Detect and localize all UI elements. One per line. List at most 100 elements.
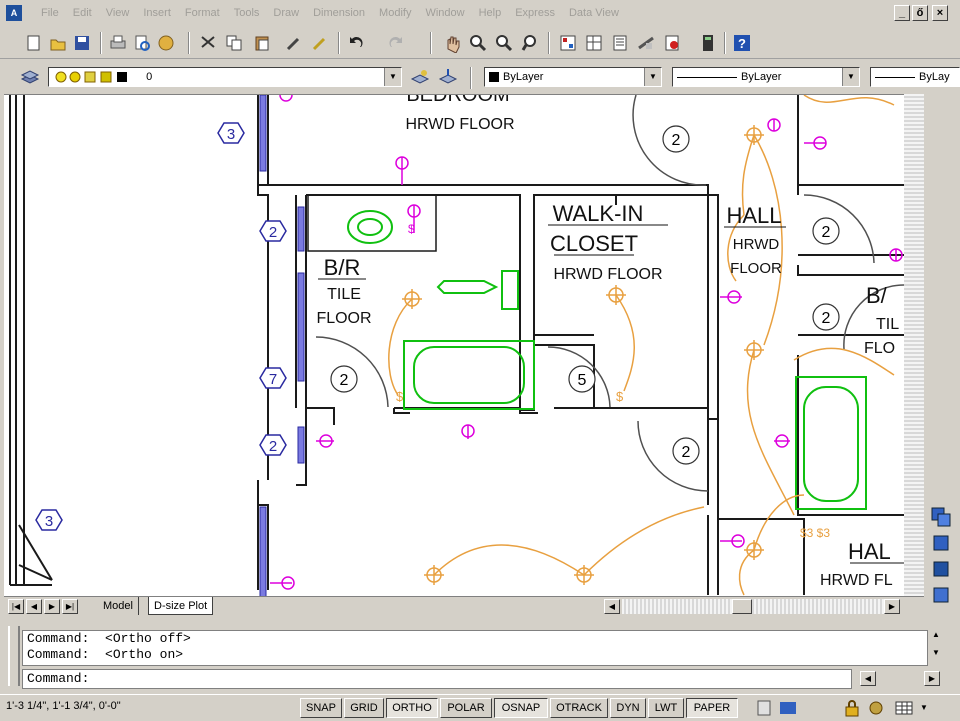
zoom-realtime-icon[interactable] (468, 33, 488, 53)
layer-state-icon[interactable] (410, 67, 430, 87)
window-tag: 7 (269, 371, 277, 388)
close-button[interactable]: × (932, 5, 948, 21)
right-tool-palette (924, 94, 960, 614)
paste-icon[interactable] (252, 33, 272, 53)
toolbar-separator (188, 32, 190, 54)
grid-toggle[interactable]: GRID (344, 698, 384, 718)
door-tag: 2 (822, 224, 831, 241)
tool-palettes-icon[interactable] (610, 33, 630, 53)
tab-model[interactable]: Model (98, 597, 139, 615)
properties-icon[interactable] (558, 33, 578, 53)
paper-toggle[interactable]: PAPER (686, 698, 738, 718)
restore-button[interactable]: ő (912, 5, 928, 21)
lock-icon[interactable] (842, 698, 862, 718)
bring-to-front-icon[interactable] (930, 532, 952, 554)
scroll-left-icon[interactable]: ◀ (604, 599, 620, 614)
ortho-toggle[interactable]: ORTHO (386, 698, 438, 718)
command-scrollbar[interactable]: ▲ ▼ (928, 630, 944, 666)
menu-file[interactable]: File (34, 4, 66, 22)
pan-icon[interactable] (442, 33, 462, 54)
menu-view[interactable]: View (99, 4, 137, 22)
zoom-window-icon[interactable] (494, 33, 514, 53)
chevron-down-icon[interactable]: ▼ (920, 703, 932, 715)
cut-icon[interactable] (198, 33, 218, 53)
open-icon[interactable] (48, 33, 68, 53)
tab-d-size-plot[interactable]: D-size Plot (148, 597, 214, 615)
match-properties-icon[interactable] (284, 33, 304, 53)
copy-icon[interactable] (224, 33, 244, 53)
horizontal-scroll-thumb[interactable] (732, 599, 752, 614)
polar-toggle[interactable]: POLAR (440, 698, 492, 718)
menu-draw[interactable]: Draw (266, 4, 306, 22)
menu-express[interactable]: Express (508, 4, 562, 22)
menu-data-view[interactable]: Data View (562, 4, 626, 22)
autocad-app-icon[interactable]: A (6, 5, 22, 21)
dyn-toggle[interactable]: DYN (610, 698, 646, 718)
clean-screen-icon[interactable] (894, 698, 914, 718)
chevron-down-icon[interactable]: ▼ (384, 68, 401, 86)
horizontal-scroll-track[interactable] (622, 599, 884, 614)
menu-dimension[interactable]: Dimension (306, 4, 372, 22)
menu-format[interactable]: Format (178, 4, 227, 22)
layer-dropdown[interactable]: 0 ▼ (48, 67, 402, 87)
layer-previous-icon[interactable] (438, 67, 458, 87)
new-icon[interactable] (24, 33, 44, 53)
osnap-toggle[interactable]: OSNAP (494, 698, 548, 718)
redo-icon[interactable] (386, 33, 406, 53)
markup-icon[interactable] (662, 33, 682, 53)
first-tab-icon[interactable]: |◀ (8, 599, 24, 614)
window-tags (35, 122, 287, 531)
plot-icon[interactable] (108, 33, 128, 53)
layer-manager-icon[interactable] (20, 67, 40, 87)
tray-settings-icon[interactable] (866, 698, 886, 718)
chevron-down-icon[interactable]: ▼ (644, 68, 661, 86)
help-icon[interactable]: ? (732, 33, 752, 53)
quickcalc-icon[interactable] (698, 33, 718, 53)
menu-edit[interactable]: Edit (66, 4, 99, 22)
command-history: Command: <Ortho off> Command: <Ortho on> (22, 630, 928, 666)
scroll-right-icon[interactable]: ▶ (884, 599, 900, 614)
annotation-scale-icon[interactable] (778, 698, 798, 718)
color-dropdown[interactable]: ByLayer ▼ (484, 67, 662, 87)
linetype-dropdown[interactable]: ByLayer ▼ (672, 67, 860, 87)
menu-modify[interactable]: Modify (372, 4, 418, 22)
command-input[interactable]: Command: (22, 669, 852, 689)
save-icon[interactable] (72, 33, 92, 53)
room-floor: FLOOR (730, 260, 782, 277)
scroll-right-icon[interactable]: ▶ (924, 671, 940, 686)
layer-name: 0 (146, 71, 153, 83)
last-tab-icon[interactable]: ▶| (62, 599, 78, 614)
vertical-scrollbar[interactable] (904, 94, 924, 596)
zoom-previous-icon[interactable] (520, 33, 540, 53)
command-grip[interactable] (8, 626, 20, 686)
snap-toggle[interactable]: SNAP (300, 698, 342, 718)
plot-preview-icon[interactable] (132, 33, 152, 53)
prev-tab-icon[interactable]: ◀ (26, 599, 42, 614)
linetype-value: ByLayer (741, 71, 782, 83)
maximize-viewport-icon[interactable] (756, 698, 772, 718)
menu-help[interactable]: Help (472, 4, 509, 22)
sheet-set-icon[interactable] (636, 33, 656, 53)
undo-icon[interactable] (346, 33, 366, 53)
draw-order-icon[interactable] (930, 506, 952, 528)
block-editor-icon[interactable] (310, 33, 330, 53)
room-floor: HRWD FL (820, 572, 893, 589)
chevron-down-icon[interactable]: ▼ (842, 68, 859, 86)
scroll-left-icon[interactable]: ◀ (860, 671, 876, 686)
design-center-icon[interactable] (584, 33, 604, 53)
next-tab-icon[interactable]: ▶ (44, 599, 60, 614)
lwt-toggle[interactable]: LWT (648, 698, 684, 718)
send-to-back-icon[interactable] (930, 558, 952, 580)
minimize-button[interactable]: _ (894, 5, 910, 21)
menu-tools[interactable]: Tools (227, 4, 267, 22)
bring-above-icon[interactable] (930, 584, 952, 606)
lineweight-dropdown[interactable]: ByLay (870, 67, 960, 87)
color-value: ByLayer (503, 71, 544, 83)
menu-insert[interactable]: Insert (136, 4, 178, 22)
drawing-canvas[interactable]: $ $ $ $3 $3 2 2 5 2 2 2 3 2 7 2 3 BEDROO… (4, 94, 904, 597)
publish-icon[interactable] (156, 33, 176, 53)
menu-window[interactable]: Window (418, 4, 471, 22)
floor-plan[interactable]: $ $ $ $3 $3 2 2 5 2 2 2 3 2 7 2 3 BEDROO… (4, 95, 904, 597)
window-lower-left (259, 506, 267, 597)
otrack-toggle[interactable]: OTRACK (550, 698, 608, 718)
